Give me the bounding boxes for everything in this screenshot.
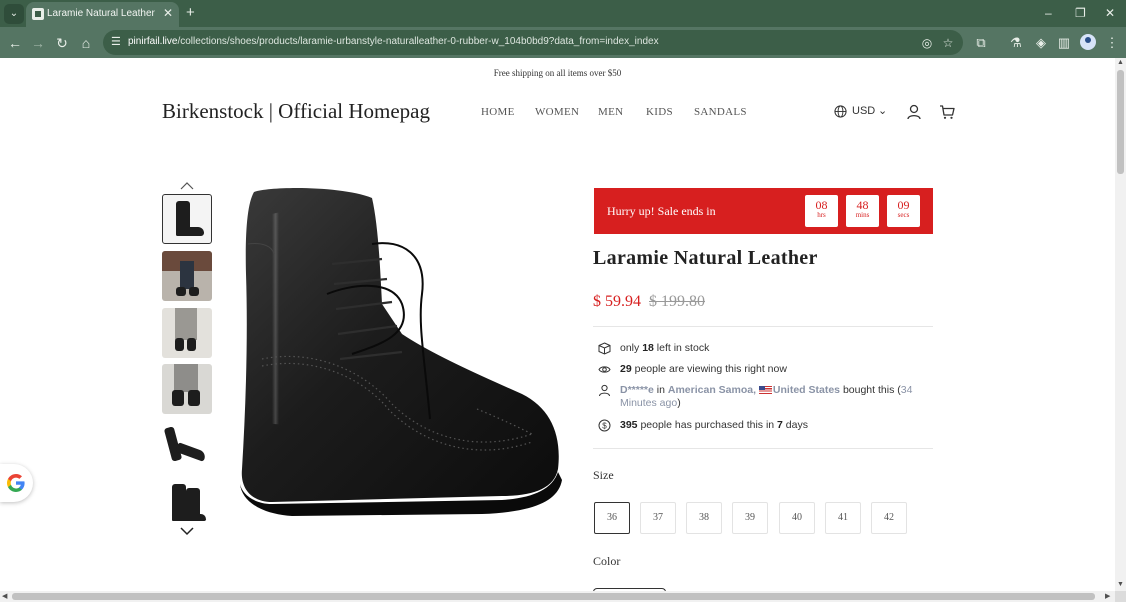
tab-list-icon[interactable]: ⌄ <box>4 4 24 24</box>
vertical-scroll-thumb[interactable] <box>1117 70 1124 174</box>
svg-text:$: $ <box>602 421 607 430</box>
forward-icon[interactable]: → <box>29 34 47 52</box>
size-option-42[interactable]: 42 <box>871 502 907 534</box>
page-viewport: Free shipping on all items over $50 Birk… <box>0 58 1115 591</box>
nav-kids[interactable]: KIDS <box>646 106 673 118</box>
countdown-seconds: 09 secs <box>887 195 920 227</box>
box-icon <box>598 342 611 355</box>
size-option-36[interactable]: 36 <box>594 502 630 534</box>
thumbnail-1[interactable] <box>162 194 212 244</box>
scrollbar-corner <box>1115 591 1126 602</box>
size-option-37[interactable]: 37 <box>640 502 676 534</box>
thumbnail-5[interactable] <box>162 421 212 471</box>
side-panel-icon[interactable]: ▥ <box>1055 34 1073 52</box>
site-info-icon[interactable]: ☰ <box>111 35 123 49</box>
horizontal-scroll-thumb[interactable] <box>12 593 1095 600</box>
profile-icon[interactable] <box>1080 34 1096 50</box>
product-title: Laramie Natural Leather <box>593 247 818 269</box>
chevron-down-icon: ⌄ <box>878 105 888 117</box>
eye-slash-icon[interactable]: ◎ <box>919 35 935 51</box>
scroll-up-icon[interactable]: ▲ <box>1117 59 1124 66</box>
thumbnail-up-arrow-icon[interactable] <box>180 181 194 191</box>
google-g-icon <box>7 474 25 492</box>
countdown-minutes: 48 mins <box>846 195 879 227</box>
compare-at-price: $ 199.80 <box>649 293 705 310</box>
divider <box>593 448 933 449</box>
thumbnail-down-arrow-icon[interactable] <box>180 526 194 536</box>
thumbnail-6[interactable] <box>162 478 212 528</box>
google-badge[interactable] <box>0 464 33 502</box>
url-text[interactable]: pinirfail.live/collections/shoes/product… <box>128 36 659 47</box>
sale-countdown-banner: Hurry up! Sale ends in 08 hrs 48 mins 09 se… <box>594 188 933 234</box>
person-icon <box>599 384 610 397</box>
cart-icon[interactable] <box>939 104 955 120</box>
extensions-icon[interactable]: ⧉ <box>972 34 990 52</box>
scroll-right-icon[interactable]: ▶ <box>1105 592 1110 600</box>
window-close-icon[interactable]: ✕ <box>1105 6 1115 20</box>
vertical-scrollbar[interactable]: ▲ ▼ <box>1115 58 1126 591</box>
menu-kebab-icon[interactable]: ⋮ <box>1103 34 1121 52</box>
thumbnail-2[interactable] <box>162 251 212 301</box>
store-logo[interactable]: Birkenstock | Official Homepag <box>162 99 430 124</box>
bookmark-star-icon[interactable]: ☆ <box>940 35 956 51</box>
new-tab-icon[interactable]: + <box>186 4 195 22</box>
globe-icon <box>834 105 847 118</box>
size-label: Size <box>593 468 614 482</box>
size-option-39[interactable]: 39 <box>732 502 768 534</box>
sale-price: $ 59.94 <box>593 293 641 310</box>
us-flag-icon <box>758 386 772 394</box>
feed-icon[interactable]: ◈ <box>1032 34 1050 52</box>
reload-icon[interactable]: ↻ <box>53 34 71 52</box>
countdown-hours: 08 hrs <box>805 195 838 227</box>
nav-men[interactable]: MEN <box>598 106 623 118</box>
address-bar[interactable]: ☰ pinirfail.live/collections/shoes/produ… <box>103 30 963 55</box>
nav-sandals[interactable]: SANDALS <box>694 106 747 118</box>
account-icon[interactable] <box>906 104 922 120</box>
browser-tab-strip: ⌄ Laramie Natural Leather ✕ + – ❐ ✕ <box>0 0 1126 27</box>
currency-code: USD <box>852 105 876 117</box>
minimize-icon[interactable]: – <box>1045 6 1052 20</box>
browser-tab[interactable]: Laramie Natural Leather ✕ <box>26 2 179 27</box>
back-icon[interactable]: ← <box>6 34 24 52</box>
tab-title: Laramie Natural Leather <box>47 8 155 19</box>
browser-toolbar: ← → ↻ ⌂ ☰ pinirfail.live/collections/sho… <box>0 27 1126 58</box>
product-main-image[interactable] <box>232 184 564 532</box>
scroll-left-icon[interactable]: ◀ <box>2 592 7 600</box>
dollar-icon: $ <box>598 419 611 432</box>
close-icon[interactable]: ✕ <box>163 6 173 20</box>
nav-women[interactable]: WOMEN <box>535 106 579 118</box>
nav-home[interactable]: HOME <box>481 106 515 118</box>
size-option-40[interactable]: 40 <box>779 502 815 534</box>
scroll-down-icon[interactable]: ▼ <box>1117 581 1124 588</box>
size-option-41[interactable]: 41 <box>825 502 861 534</box>
favicon-icon <box>32 8 44 20</box>
color-label: Color <box>593 554 621 568</box>
thumbnail-3[interactable] <box>162 308 212 358</box>
size-option-38[interactable]: 38 <box>686 502 722 534</box>
divider <box>593 326 933 327</box>
announcement-bar: Free shipping on all items over $50 <box>493 68 622 78</box>
restore-icon[interactable]: ❐ <box>1075 6 1086 20</box>
lab-icon[interactable]: ⚗ <box>1007 34 1025 52</box>
eye-icon <box>598 366 611 373</box>
home-icon[interactable]: ⌂ <box>77 34 95 52</box>
thumbnail-4[interactable] <box>162 364 212 414</box>
horizontal-scrollbar[interactable]: ◀ ▶ <box>0 591 1115 602</box>
sale-countdown-label: Hurry up! Sale ends in <box>607 204 716 218</box>
